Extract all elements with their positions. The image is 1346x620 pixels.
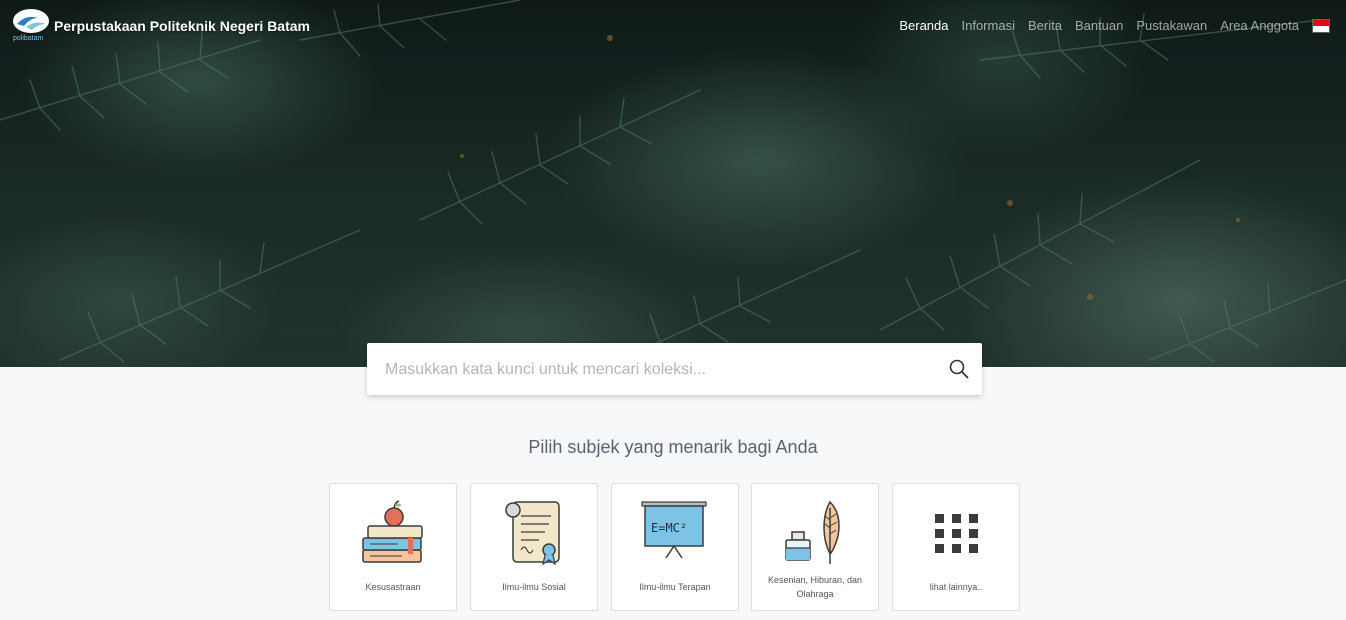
svg-text:E=MC²: E=MC² [651,521,687,535]
logo-icon: polibatam [13,9,49,42]
hero-banner: polibatam Perpustakaan Politeknik Negeri… [0,0,1346,367]
subject-card-ilmu-terapan[interactable]: E=MC² Ilmu-ilmu Terapan [611,483,739,611]
subjects-heading: Pilih subjek yang menarik bagi Anda [528,437,818,457]
subject-label: lihat lainnya.. [929,582,983,592]
subject-card-lihat-lainnya[interactable]: lihat lainnya.. [892,483,1020,611]
search-input[interactable] [383,343,927,397]
polibatam-logo[interactable]: polibatam [12,8,50,42]
nav-bantuan[interactable]: Bantuan [1075,18,1123,33]
flag-white-stripe [1313,25,1329,32]
subject-label: Ilmu-ilmu Terapan [639,582,711,592]
nav-pustakawan[interactable]: Pustakawan [1136,18,1207,33]
nav-berita[interactable]: Berita [1028,18,1062,33]
ink-quill-icon [752,498,878,574]
books-apple-icon [330,498,456,574]
formula-board-icon: E=MC² [612,498,738,574]
subject-card-kesenian[interactable]: Kesenian, Hiburan, dan Olahraga [751,483,879,611]
search-bar [367,343,982,397]
subject-label: Ilmu-ilmu Sosial [502,582,566,592]
svg-text:polibatam: polibatam [13,35,44,42]
site-title[interactable]: Perpustakaan Politeknik Negeri Batam [54,18,310,34]
pine-branches-decoration [0,0,1346,363]
top-navbar: polibatam Perpustakaan Politeknik Negeri… [0,0,1346,52]
search-icon[interactable] [948,358,970,380]
subject-card-kesusastraan[interactable]: Kesusastraan [329,483,457,611]
subject-label: Kesusastraan [365,582,421,592]
grid-icon [893,498,1019,574]
main-nav: Beranda Informasi Berita Bantuan Pustaka… [886,18,1330,33]
nav-informasi[interactable]: Informasi [962,18,1015,33]
subject-label: Kesenian, Hiburan, dan Olahraga [767,575,863,599]
subject-card-ilmu-sosial[interactable]: Ilmu-ilmu Sosial [470,483,598,611]
nav-beranda[interactable]: Beranda [899,18,948,33]
nav-area-anggota[interactable]: Area Anggota [1220,18,1299,33]
indonesia-flag-icon[interactable] [1312,18,1330,33]
certificate-scroll-icon [471,498,597,574]
